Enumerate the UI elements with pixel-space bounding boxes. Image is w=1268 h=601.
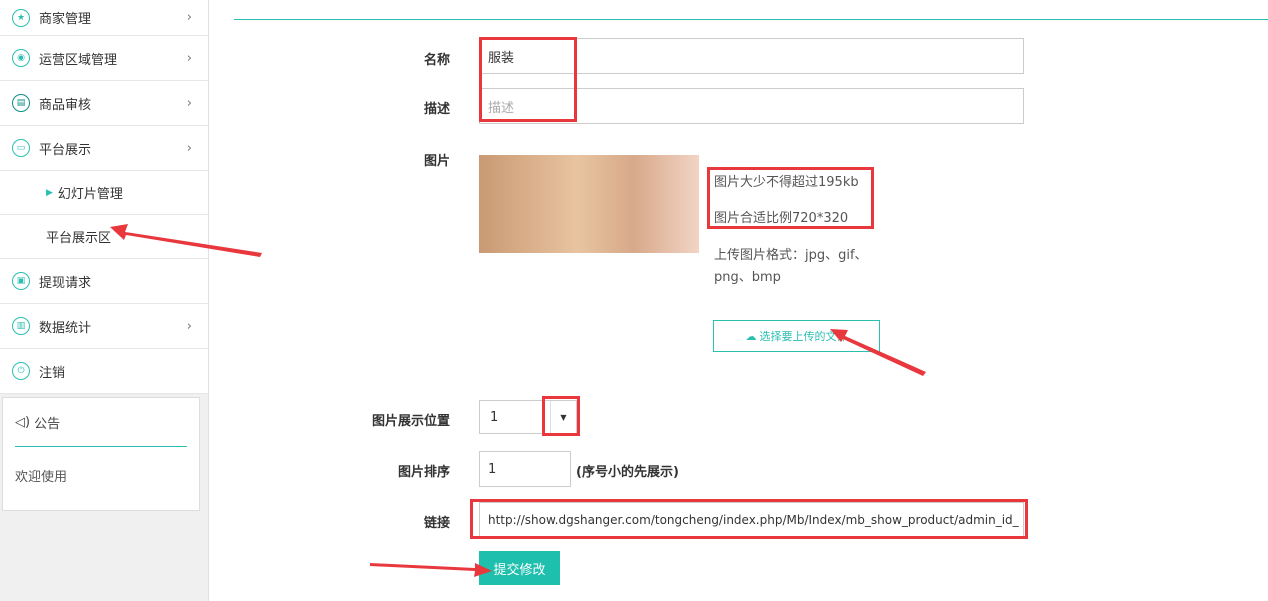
top-divider [234, 19, 1268, 20]
sidebar-item-label: 注销 [39, 365, 66, 381]
hint-size: 图片大少不得超过195kb [714, 175, 859, 190]
cloud-upload-icon: ☁ [745, 329, 757, 343]
wallet-icon: ▣ [12, 272, 30, 290]
display-icon: ▭ [12, 139, 30, 157]
position-select-value: 1 [490, 409, 499, 425]
chart-icon: ▥ [12, 317, 30, 335]
hint-format-line1: 上传图片格式：jpg、gif、 [714, 248, 868, 263]
name-label: 名称 [423, 53, 450, 68]
sidebar-item-region[interactable]: ◉ 运营区域管理 › [0, 36, 208, 81]
sidebar-item-stats[interactable]: ▥ 数据统计 › [0, 304, 208, 349]
main-content: 名称 服装 描述 描述 图片 图片大少不得超过195kb 图片合适比例720*3… [209, 0, 1268, 601]
hint-format-line2: png、bmp [714, 270, 781, 285]
sidebar-item-platform-display[interactable]: ▭ 平台展示 › [0, 126, 208, 171]
submit-button[interactable]: 提交修改 [479, 551, 560, 585]
power-icon: ⏻ [12, 362, 30, 380]
sidebar-item-withdraw[interactable]: ▣ 提现请求 [0, 259, 208, 304]
link-label: 链接 [423, 516, 450, 531]
chevron-right-icon: › [186, 50, 192, 66]
sidebar-item-label: 平台展示 [39, 142, 92, 158]
sidebar-nav: ★ 商家管理 › ◉ 运营区域管理 › ▤ 商品审核 › ▭ 平台展示 › ▶ … [0, 0, 208, 394]
position-select[interactable]: 1 ▼ [479, 400, 577, 434]
description-input[interactable]: 描述 [479, 88, 1024, 124]
chevron-right-icon: › [186, 140, 192, 156]
description-placeholder: 描述 [488, 100, 515, 116]
link-input[interactable]: http://show.dgshanger.com/tongcheng/inde… [479, 502, 1024, 538]
order-input[interactable]: 1 [479, 451, 571, 487]
triangle-right-icon: ▶ [46, 187, 53, 198]
hint-ratio: 图片合适比例720*320 [714, 211, 849, 226]
sidebar-item-label: 提现请求 [39, 275, 92, 291]
sidebar-item-merchant[interactable]: ★ 商家管理 › [0, 0, 208, 36]
notice-header: ◁) 公告 [15, 413, 60, 432]
document-icon: ▤ [12, 94, 30, 112]
chevron-right-icon: › [186, 318, 192, 334]
order-label: 图片排序 [397, 465, 450, 480]
sidebar-item-label: 运营区域管理 [39, 52, 118, 68]
description-label: 描述 [423, 102, 450, 117]
name-input[interactable]: 服装 [479, 38, 1024, 74]
sidebar-item-logout[interactable]: ⏻ 注销 [0, 349, 208, 394]
sidebar-subitem-label: 平台展示区 [46, 231, 112, 246]
caret-down-icon[interactable]: ▼ [550, 401, 576, 433]
sidebar-item-label: 数据统计 [39, 320, 92, 336]
notice-divider [15, 446, 187, 447]
sidebar-item-review[interactable]: ▤ 商品审核 › [0, 81, 208, 126]
position-label: 图片展示位置 [371, 414, 450, 429]
image-label: 图片 [423, 154, 450, 169]
location-icon: ◉ [12, 49, 30, 67]
sidebar-item-label: 商家管理 [39, 12, 92, 27]
sidebar-item-label: 商品审核 [39, 97, 92, 113]
sidebar: ★ 商家管理 › ◉ 运营区域管理 › ▤ 商品审核 › ▭ 平台展示 › ▶ … [0, 0, 209, 601]
chevron-right-icon: › [186, 95, 192, 111]
upload-file-button[interactable]: ☁ 选择要上传的文件 [713, 320, 880, 352]
banner-image-preview [479, 155, 699, 253]
order-hint: (序号小的先展示) [576, 465, 679, 480]
notice-body: 欢迎使用 [15, 470, 68, 485]
chevron-right-icon: › [186, 10, 192, 25]
speaker-icon: ◁) [15, 415, 31, 430]
notice-panel: ◁) 公告 欢迎使用 [2, 397, 200, 511]
notice-title: 公告 [34, 417, 61, 432]
sidebar-subitem-display-area[interactable]: 平台展示区 [0, 215, 208, 259]
sidebar-subitem-slideshow[interactable]: ▶ 幻灯片管理 [0, 171, 208, 215]
sidebar-subitem-label: 幻灯片管理 [57, 187, 123, 202]
upload-file-label: 选择要上传的文件 [759, 330, 848, 343]
star-icon: ★ [12, 8, 30, 27]
